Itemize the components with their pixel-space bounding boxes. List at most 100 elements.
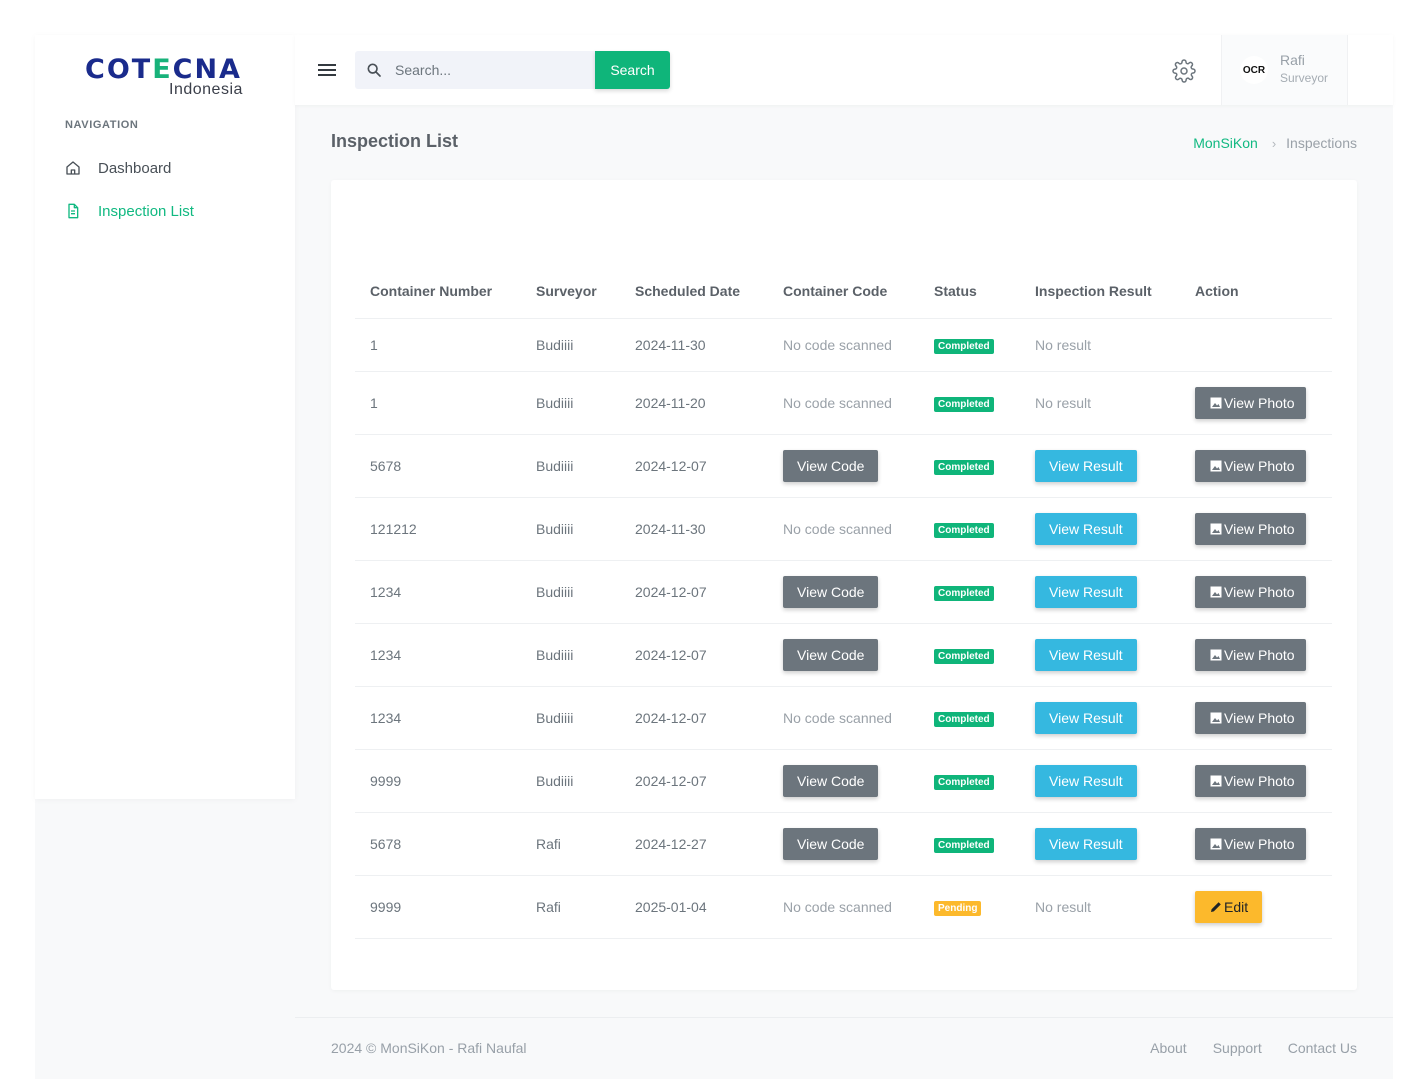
table-row: 5678 Rafi 2024-12-27 View Code Completed View… [355, 812, 1332, 876]
table-row: 9999 Budiiii 2024-12-07 View Code Completed V… [355, 749, 1332, 813]
image-icon [1210, 586, 1222, 597]
view-result-button[interactable]: View Result [1035, 449, 1137, 482]
breadcrumb-current: Inspections [1286, 135, 1357, 151]
search-input[interactable] [395, 51, 590, 89]
cell-scheduled-date: 2024-12-07 [620, 686, 768, 750]
cell-container-code: View Code [768, 623, 919, 687]
search-box [355, 51, 595, 89]
user-menu[interactable]: OCR Rafi Surveyor [1221, 35, 1348, 105]
gear-icon[interactable] [1172, 59, 1196, 83]
view-photo-label: View Photo [1224, 772, 1295, 789]
view-result-button[interactable]: View Result [1035, 827, 1137, 860]
view-code-button[interactable]: View Code [783, 764, 879, 797]
page-title: Inspection List [331, 131, 459, 151]
search-icon [367, 63, 381, 77]
view-result-button[interactable]: View Result [1035, 512, 1137, 545]
view-result-button[interactable]: View Result [1035, 764, 1137, 797]
cell-inspection-result: No result [1020, 875, 1180, 939]
footer-link-about[interactable]: About [1150, 1040, 1187, 1056]
no-code-text: No code scanned [783, 336, 892, 353]
view-code-button[interactable]: View Code [783, 575, 879, 608]
cell-container-code: No code scanned [768, 686, 919, 750]
no-code-text: No code scanned [783, 898, 892, 915]
image-icon [1210, 712, 1222, 723]
status-badge: Completed [934, 711, 994, 727]
cell-surveyor: Rafi [521, 812, 620, 876]
footer-link-support[interactable]: Support [1213, 1040, 1262, 1056]
table-row: 121212 Budiiii 2024-11-30 No code scanned Co… [355, 497, 1332, 561]
table-row: 1 Budiiii 2024-11-30 No code scanned Complet… [355, 318, 1332, 372]
table-row: 9999 Rafi 2025-01-04 No code scanned Pending… [355, 875, 1332, 939]
view-photo-button[interactable]: View Photo [1195, 386, 1306, 419]
no-code-text: No code scanned [783, 709, 892, 726]
cell-status: Completed [919, 371, 1020, 435]
inspection-table-card: Container Number Surveyor Scheduled Date… [331, 180, 1357, 990]
view-result-button[interactable]: View Result [1035, 701, 1137, 734]
pencil-icon [1211, 901, 1221, 912]
cell-scheduled-date: 2025-01-04 [620, 875, 768, 939]
cell-surveyor: Budiiii [521, 686, 620, 750]
table-row: 5678 Budiiii 2024-12-07 View Code Completed V… [355, 434, 1332, 498]
view-code-button[interactable]: View Code [783, 449, 879, 482]
cell-container-code: View Code [768, 434, 919, 498]
cell-status: Completed [919, 497, 1020, 561]
cell-surveyor: Budiiii [521, 749, 620, 813]
cell-inspection-result: View Result [1020, 749, 1180, 813]
no-result-text: No result [1035, 336, 1092, 353]
logo-subtitle: Indonesia [169, 81, 243, 98]
cell-container-code: No code scanned [768, 318, 919, 372]
view-result-button[interactable]: View Result [1035, 575, 1137, 608]
view-photo-button[interactable]: View Photo [1195, 512, 1306, 545]
cell-scheduled-date: 2024-11-30 [620, 497, 768, 561]
breadcrumb-home-link[interactable]: MonSiKon [1193, 135, 1258, 151]
view-photo-label: View Photo [1224, 394, 1295, 411]
view-code-button[interactable]: View Code [783, 638, 879, 671]
footer: 2024 © MonSiKon - Rafi Naufal About Supp… [295, 1017, 1393, 1079]
view-result-button[interactable]: View Result [1035, 638, 1137, 671]
cell-action: Edit [1180, 875, 1332, 939]
nav-heading: NAVIGATION [65, 119, 139, 131]
hamburger-menu-icon[interactable] [317, 60, 337, 80]
no-result-text: No result [1035, 394, 1092, 411]
avatar: OCR [1240, 56, 1268, 84]
table-body: 1 Budiiii 2024-11-30 No code scanned Complet… [355, 318, 1332, 939]
cell-status: Completed [919, 318, 1020, 372]
footer-copyright: 2024 © MonSiKon - Rafi Naufal [331, 1040, 527, 1056]
edit-button[interactable]: Edit [1195, 890, 1263, 923]
image-icon [1210, 460, 1222, 471]
cell-status: Completed [919, 749, 1020, 813]
cell-scheduled-date: 2024-12-07 [620, 749, 768, 813]
search-button[interactable]: Search [595, 51, 670, 89]
view-photo-button[interactable]: View Photo [1195, 575, 1306, 608]
table-header-row: Container Number Surveyor Scheduled Date… [355, 265, 1332, 319]
home-icon [66, 161, 80, 175]
user-role: Surveyor [1280, 71, 1329, 85]
view-photo-button[interactable]: View Photo [1195, 701, 1306, 734]
cell-inspection-result: No result [1020, 371, 1180, 435]
status-badge: Completed [934, 459, 994, 475]
column-header-action: Action [1180, 265, 1332, 319]
edit-label: Edit [1224, 898, 1249, 915]
view-photo-button[interactable]: View Photo [1195, 638, 1306, 671]
brand-logo[interactable]: COTECNA Indonesia [85, 55, 255, 101]
cell-container-number: 5678 [355, 812, 521, 876]
cell-inspection-result: View Result [1020, 497, 1180, 561]
view-photo-button[interactable]: View Photo [1195, 827, 1306, 860]
no-code-text: No code scanned [783, 520, 892, 537]
sidebar-item-dashboard[interactable]: Dashboard [65, 157, 171, 179]
sidebar-item-inspection-list[interactable]: Inspection List [65, 200, 194, 222]
image-icon [1210, 523, 1222, 534]
footer-link-contact-us[interactable]: Contact Us [1288, 1040, 1357, 1056]
user-name: Rafi [1280, 52, 1305, 68]
cell-container-code: No code scanned [768, 371, 919, 435]
cell-status: Completed [919, 623, 1020, 687]
view-photo-button[interactable]: View Photo [1195, 449, 1306, 482]
column-header-status: Status [919, 265, 1020, 319]
cell-action [1180, 318, 1332, 372]
cell-surveyor: Budiiii [521, 434, 620, 498]
cell-action: View Photo [1180, 497, 1332, 561]
view-photo-button[interactable]: View Photo [1195, 764, 1306, 797]
view-code-button[interactable]: View Code [783, 827, 879, 860]
cell-action: View Photo [1180, 434, 1332, 498]
cell-surveyor: Budiiii [521, 560, 620, 624]
